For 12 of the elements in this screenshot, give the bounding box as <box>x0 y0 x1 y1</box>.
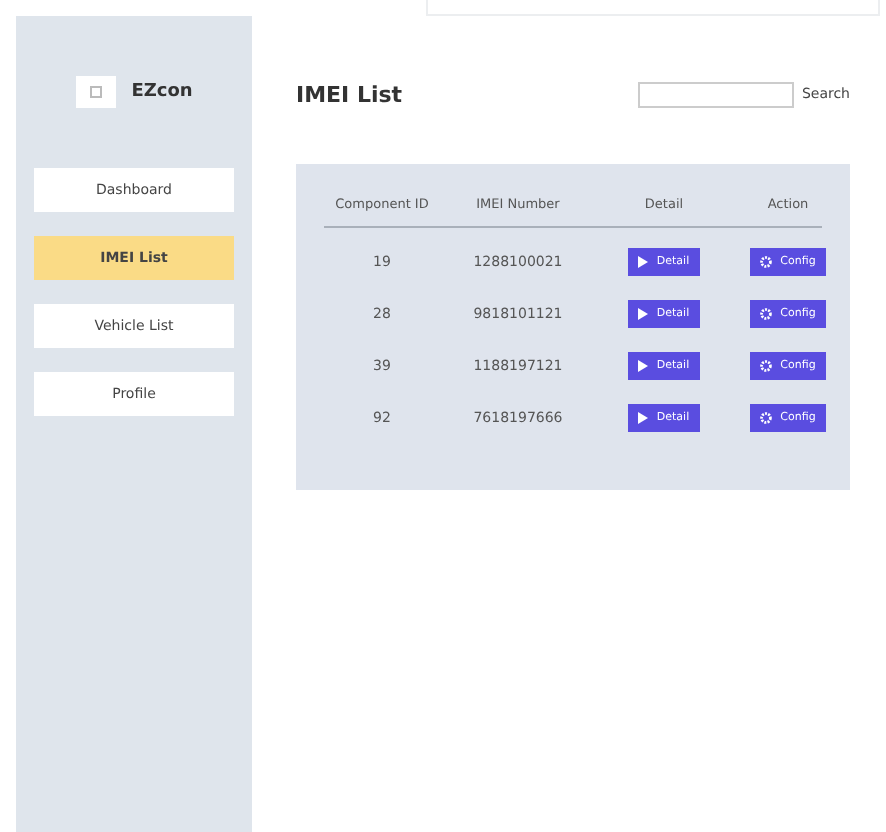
gear-icon <box>760 360 773 372</box>
gear-icon <box>760 412 773 424</box>
logo-icon <box>75 76 116 108</box>
play-icon <box>638 308 649 320</box>
page-title: IMEI List <box>296 81 403 107</box>
search-field[interactable] <box>637 81 794 107</box>
play-icon <box>638 256 649 268</box>
play-icon <box>638 360 649 372</box>
gear-icon <box>760 308 773 320</box>
logo-text: EZcon <box>131 82 193 102</box>
play-icon <box>638 412 649 424</box>
gear-icon <box>760 256 773 268</box>
